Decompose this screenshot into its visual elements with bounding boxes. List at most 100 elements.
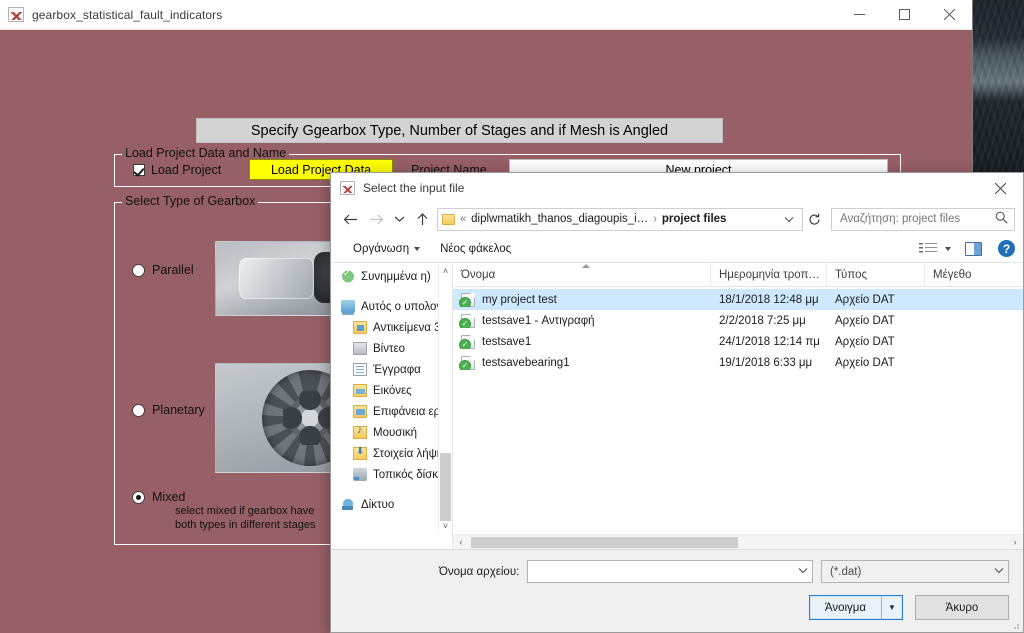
filename-label: Όνομα αρχείου: [439,565,520,578]
table-row[interactable]: testsavebearing1 19/1/2018 6:33 μμ Αρχείο … [453,352,1023,373]
file-type-filter-combobox[interactable]: (*.dat) [821,560,1009,583]
sidebar-item-10[interactable]: Δίκτυο [331,494,438,515]
column-header-name[interactable]: Όνομα [453,262,711,287]
organize-menu[interactable]: Οργάνωση [343,238,430,260]
refresh-icon[interactable] [803,213,825,226]
up-arrow-icon[interactable] [409,206,435,232]
column-header-date[interactable]: Ημερομηνία τροπ… [711,262,827,287]
back-arrow-icon[interactable] [337,206,363,232]
sidebar-scrollbar[interactable]: ˄ ˅ [438,263,452,533]
open-button[interactable]: Άνοιγμα [810,596,882,619]
chevron-down-icon[interactable] [988,566,1004,577]
file-open-dialog: Select the input file « diplwmatikh_than… [330,172,1024,633]
scroll-down-icon[interactable]: ˅ [439,518,452,533]
breadcrumb-current[interactable]: project files [662,213,727,225]
sidebar-item-5[interactable]: Εικόνες [331,380,438,401]
file-name-label: testsave1 [482,335,532,348]
file-type-cell: Αρχείο DAT [835,335,895,348]
sidebar-item-label: Αυτός ο υπολογ [361,300,438,313]
window-controls [837,0,972,30]
table-row[interactable]: my project test 18/1/2018 12:48 μμ Αρχείο … [453,289,1023,310]
dialog-bottom-bar: Όνομα αρχείου: (*.dat) Άνοιγμα ▼ Άκυρο [331,549,1023,632]
matlab-icon [8,7,24,22]
minimize-icon[interactable] [837,0,882,30]
app-titlebar: gearbox_statistical_fault_indicators [0,0,972,30]
sidebar-item-label: Τοπικός δίσκο [373,468,438,481]
table-row[interactable]: testsave1 24/1/2018 12:14 πμ Αρχείο DAT [453,331,1023,352]
dialog-buttons: Άνοιγμα ▼ Άκυρο [345,595,1009,620]
sidebar-item-6[interactable]: Επιφάνεια εργ [331,401,438,422]
new-folder-button[interactable]: Νέος φάκελος [430,238,521,260]
view-options-icon[interactable] [919,242,937,256]
search-input[interactable] [838,212,995,226]
scroll-left-icon[interactable]: ‹ [453,537,469,547]
sidebar-item-7[interactable]: Μουσική [331,422,438,443]
scroll-right-icon[interactable]: › [1007,537,1023,547]
sidebar-item-label: Μουσική [373,426,418,439]
folder-music-icon [353,424,367,439]
file-list-horizontal-scrollbar[interactable]: ‹ › [453,534,1023,549]
sidebar-item-4[interactable]: Έγγραφα [331,359,438,380]
filename-input[interactable] [534,564,792,579]
folder-videos-icon [353,342,367,355]
dialog-main: Συνημμένα η) Αυτός ο υπολογ Αντικείμενα 3 Β… [331,262,1023,549]
radio-parallel-label: Parallel [152,263,194,277]
dialog-titlebar: Select the input file [331,173,1023,203]
horizontal-scrollbar-thumb[interactable] [471,536,738,548]
folder-3d-objects-icon [353,321,367,334]
chevron-down-icon[interactable] [792,566,808,577]
folder-pictures-icon [353,384,367,397]
radio-planetary-label: Planetary [152,403,205,417]
search-box[interactable] [831,207,1015,231]
network-icon [341,498,355,511]
radio-planetary[interactable]: Planetary [132,403,205,417]
search-icon[interactable] [995,211,1008,227]
sidebar-item-label: Στοιχεία λήψη [373,447,438,460]
sidebar-item-label: Επιφάνεια εργ [373,405,438,418]
file-name-cell: testsavebearing1 [453,355,711,370]
radio-icon [132,403,145,417]
sidebar-item-label: Έγγραφα [373,363,421,376]
breadcrumb-separator: › [653,213,657,225]
recent-locations-icon[interactable] [389,206,409,232]
help-icon[interactable]: ? [998,240,1015,257]
dialog-title: Select the input file [363,181,465,195]
dat-file-icon [459,334,475,349]
open-dropdown-icon[interactable]: ▼ [882,596,902,619]
file-list-header: Όνομα Ημερομηνία τροπ… Τύπος Μέγεθο [453,262,1023,287]
file-type-filter-value: (*.dat) [830,565,862,578]
chevron-down-icon[interactable] [945,246,951,251]
cancel-button[interactable]: Άκυρο [915,595,1009,620]
column-header-type[interactable]: Τύπος [827,262,925,287]
sidebar-item-3[interactable]: Βίντεο [331,338,438,359]
sidebar-item-2[interactable]: Αντικείμενα 3 [331,317,438,338]
folder-icon [442,213,455,225]
filename-combobox[interactable] [527,560,813,583]
sidebar-item-9[interactable]: Τοπικός δίσκο [331,464,438,485]
chevron-down-icon[interactable] [778,212,800,226]
column-header-size[interactable]: Μέγεθο [925,263,1005,287]
scroll-up-icon[interactable]: ˄ [439,263,452,278]
resize-grip[interactable] [1010,620,1020,630]
sidebar-scrollbar-thumb[interactable] [440,453,451,521]
radio-parallel[interactable]: Parallel [132,263,194,277]
preview-pane-icon[interactable] [965,241,982,256]
close-icon[interactable] [927,0,972,30]
address-bar[interactable]: « diplwmatikh_thanos_diagoupis_i… › proj… [437,207,803,231]
file-name-label: testsavebearing1 [482,356,570,369]
maximize-icon[interactable] [882,0,927,30]
open-split-button[interactable]: Άνοιγμα ▼ [809,595,903,620]
breadcrumb-parent[interactable]: diplwmatikh_thanos_diagoupis_i… [471,213,648,225]
gearbox-type-panel-title: Select Type of Gearbox [122,194,259,208]
sidebar-item-8[interactable]: Στοιχεία λήψη [331,443,438,464]
sidebar-item-0[interactable]: Συνημμένα η) [331,266,438,287]
table-row[interactable]: testsave1 - Αντιγραφή 2/2/2018 7:25 μμ Αρχ… [453,310,1023,331]
close-icon[interactable] [978,173,1023,203]
file-date-cell: 18/1/2018 12:48 μμ [719,293,819,306]
radio-mixed[interactable]: Mixed [132,490,185,504]
sidebar-item-label: Εικόνες [373,384,412,397]
sidebar-item-1[interactable]: Αυτός ο υπολογ [331,296,438,317]
load-project-checkbox[interactable]: Load Project [133,163,221,177]
file-name-cell: testsave1 - Αντιγραφή [453,313,711,328]
sidebar-item-label: Δίκτυο [361,498,395,511]
